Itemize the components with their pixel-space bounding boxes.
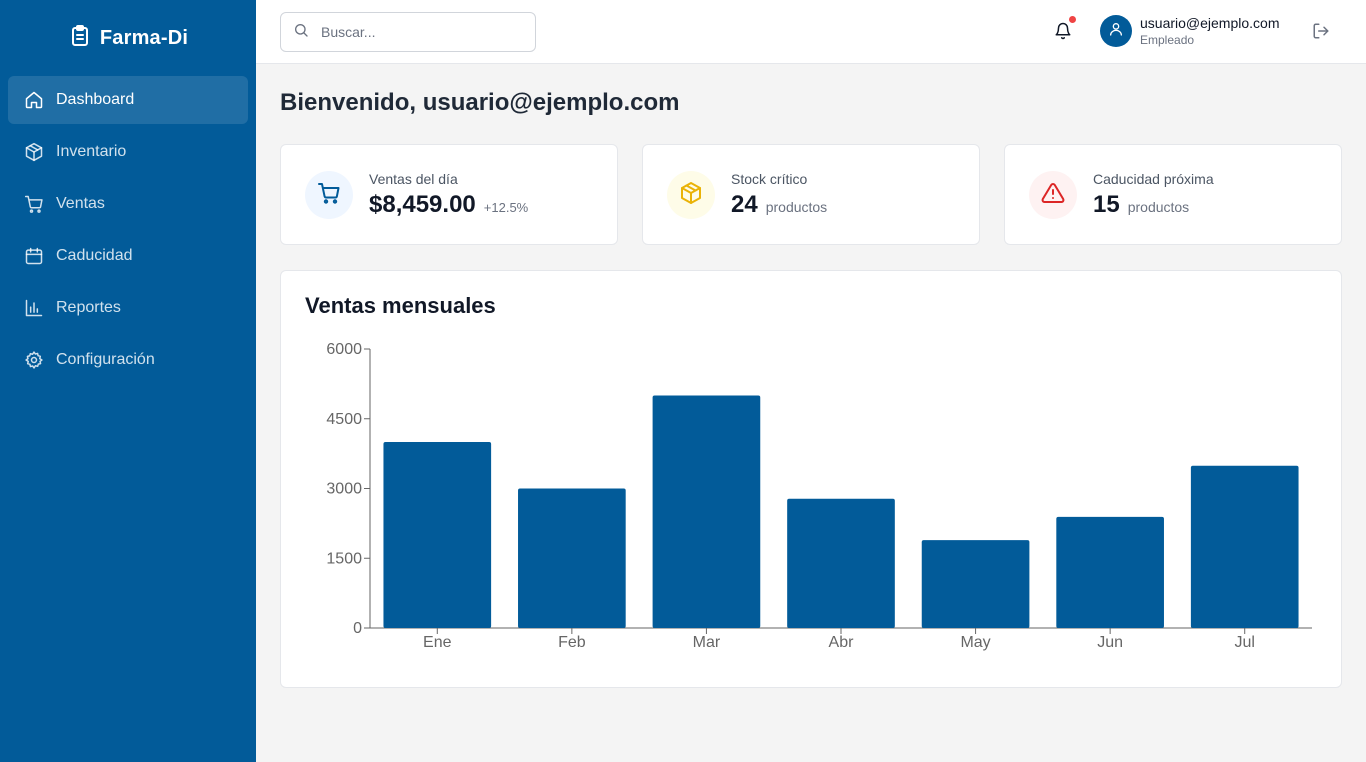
user-menu[interactable]: usuario@ejemplo.com Empleado xyxy=(1100,14,1280,48)
sidebar-item-dashboard[interactable]: Dashboard xyxy=(8,76,248,124)
card-value: $8,459.00 xyxy=(369,191,476,218)
card-title: Caducidad próxima xyxy=(1093,171,1214,187)
sidebar-item-configuracion[interactable]: Configuración xyxy=(8,336,248,384)
home-icon xyxy=(24,90,44,110)
sidebar-item-reportes[interactable]: Reportes xyxy=(8,284,248,332)
card-title: Ventas del día xyxy=(369,171,458,187)
card-change: +12.5% xyxy=(483,200,529,215)
notification-dot xyxy=(1069,16,1076,23)
stat-card-caducidad: Caducidad próxima 15 productos xyxy=(1004,144,1342,245)
sidebar-item-inventario[interactable]: Inventario xyxy=(8,128,248,176)
bell-icon xyxy=(1054,22,1072,44)
card-unit: productos xyxy=(1127,199,1190,215)
monthly-sales-chart-card: Ventas mensuales 0 1500 3000 4500 6000 Ene Feb… xyxy=(280,270,1342,688)
gear-icon xyxy=(24,350,44,370)
chart-bar xyxy=(1190,465,1299,628)
top-header: usuario@ejemplo.com Empleado xyxy=(256,0,1366,64)
search-icon xyxy=(293,22,309,43)
sidebar: Farma-Di Dashboard Inventario Ventas Cad… xyxy=(0,0,256,762)
sidebar-item-label: Caducidad xyxy=(56,247,133,264)
logout-button[interactable] xyxy=(1312,22,1332,42)
card-value: 24 xyxy=(731,191,758,218)
user-email: usuario@ejemplo.com xyxy=(1140,15,1280,31)
page-title: Bienvenido, usuario@ejemplo.com xyxy=(280,89,680,116)
sidebar-nav: Dashboard Inventario Ventas Caducidad Re… xyxy=(8,76,248,388)
y-tick-label: 0 xyxy=(353,620,362,637)
box-icon xyxy=(24,142,44,162)
card-icon-circle xyxy=(667,171,715,219)
search-input[interactable] xyxy=(321,24,521,40)
x-tick-label: Mar xyxy=(693,634,721,651)
sidebar-item-label: Ventas xyxy=(56,195,105,212)
chart-bar xyxy=(921,540,1030,628)
sidebar-item-label: Configuración xyxy=(56,351,155,368)
sidebar-item-label: Inventario xyxy=(56,143,127,160)
chart-bar xyxy=(518,488,626,628)
card-title: Stock crítico xyxy=(731,171,808,187)
avatar[interactable] xyxy=(1100,15,1132,47)
cart-icon xyxy=(317,181,341,210)
chart-bar xyxy=(1056,516,1164,628)
search-box[interactable] xyxy=(280,12,536,52)
card-value: 15 xyxy=(1093,191,1120,218)
x-tick-label: Jun xyxy=(1097,634,1123,651)
bar-chart-icon xyxy=(24,298,44,318)
notifications-button[interactable] xyxy=(1054,16,1076,44)
y-tick-label: 3000 xyxy=(326,481,362,498)
y-tick-label: 1500 xyxy=(326,550,362,567)
calendar-icon xyxy=(24,246,44,266)
x-tick-label: Jul xyxy=(1234,634,1254,651)
user-role: Empleado xyxy=(1140,33,1195,47)
sidebar-item-caducidad[interactable]: Caducidad xyxy=(8,232,248,280)
stat-card-stock: Stock crítico 24 productos xyxy=(642,144,980,245)
card-unit: productos xyxy=(765,199,828,215)
x-tick-label: May xyxy=(960,634,990,651)
card-icon-circle xyxy=(305,171,353,219)
chart-bar xyxy=(787,498,895,628)
chart-bar xyxy=(652,395,761,628)
x-tick-label: Ene xyxy=(423,634,452,651)
x-tick-label: Feb xyxy=(558,634,586,651)
sidebar-item-ventas[interactable]: Ventas xyxy=(8,180,248,228)
user-icon xyxy=(1108,21,1124,42)
logout-icon xyxy=(1312,23,1330,44)
card-icon-circle xyxy=(1029,171,1077,219)
y-tick-label: 6000 xyxy=(326,341,362,358)
brand-name: Farma-Di xyxy=(99,26,189,49)
cart-icon xyxy=(24,194,44,214)
chart-bar xyxy=(383,442,492,628)
x-tick-label: Abr xyxy=(829,634,855,651)
clipboard-icon xyxy=(68,24,92,53)
alert-triangle-icon xyxy=(1041,181,1065,210)
sidebar-item-label: Reportes xyxy=(56,299,121,316)
sidebar-item-label: Dashboard xyxy=(56,91,135,108)
stat-card-ventas: Ventas del día $8,459.00 +12.5% xyxy=(280,144,618,245)
y-tick-label: 4500 xyxy=(326,411,362,428)
box-icon xyxy=(679,181,703,210)
bar-chart: 0 1500 3000 4500 6000 Ene Feb Mar Abr May Jun Jul xyxy=(326,341,1312,651)
user-info: usuario@ejemplo.com Empleado xyxy=(1140,14,1280,48)
brand[interactable]: Farma-Di xyxy=(0,24,256,52)
